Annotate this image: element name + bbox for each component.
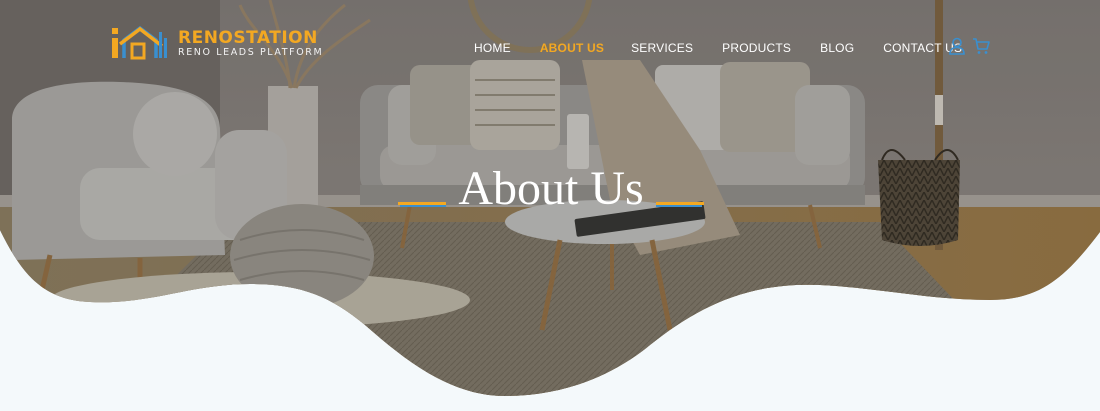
house-logo-icon: [112, 25, 167, 60]
brand-logo[interactable]: RENOSTATION RENO LEADS PLATFORM: [110, 24, 323, 64]
hero-banner: RENOSTATION RENO LEADS PLATFORM HOME ABO…: [0, 0, 1100, 411]
hero-title-block: About Us: [398, 164, 704, 214]
nav-products[interactable]: PRODUCTS: [722, 41, 791, 55]
main-nav: HOME ABOUT US SERVICES PRODUCTS BLOG CON…: [474, 41, 962, 55]
nav-services[interactable]: SERVICES: [631, 41, 693, 55]
brand-tagline: RENO LEADS PLATFORM: [178, 46, 324, 58]
user-icon[interactable]: [948, 37, 966, 55]
brand-text: RENOSTATION RENO LEADS PLATFORM: [178, 27, 324, 59]
title-underline-left-icon: [398, 202, 446, 207]
brand-name: RENOSTATION: [178, 27, 318, 48]
nav-home[interactable]: HOME: [474, 41, 511, 55]
page-title: About Us: [458, 162, 644, 215]
cart-icon[interactable]: [972, 37, 990, 55]
title-underline-right-icon: [656, 202, 704, 207]
nav-about-us[interactable]: ABOUT US: [540, 41, 604, 55]
nav-blog[interactable]: BLOG: [820, 41, 854, 55]
